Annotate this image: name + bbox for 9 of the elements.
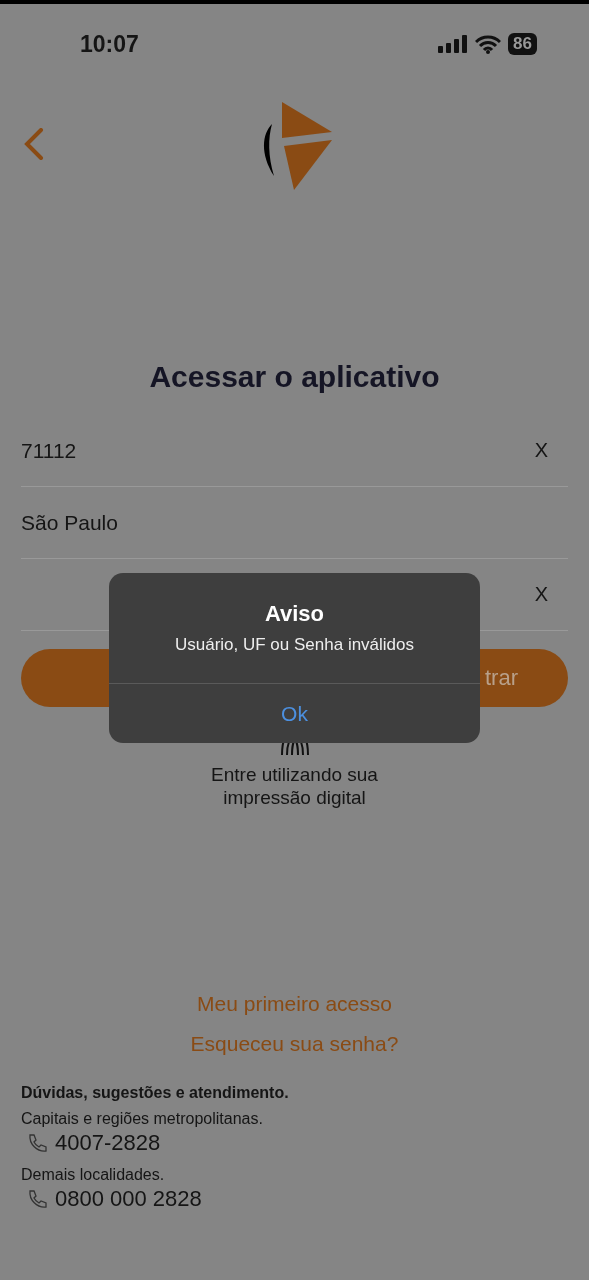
region-label: Capitais e regiões metropolitanas. (21, 1110, 264, 1128)
fingerprint-caption: Entre utilizando sua impressão digital (210, 763, 379, 809)
battery-level: 86 (508, 33, 537, 55)
support-heading: Dúvidas, sugestões e atendimento. (21, 1084, 290, 1102)
page-title: Acessar o aplicativo (148, 360, 441, 394)
status-time: 10:07 (80, 30, 139, 58)
region-label: Demais localidades. (21, 1166, 166, 1184)
alert-title: Aviso (263, 601, 326, 627)
alert-message: Usuário, UF ou Senha inválidos (173, 635, 416, 655)
